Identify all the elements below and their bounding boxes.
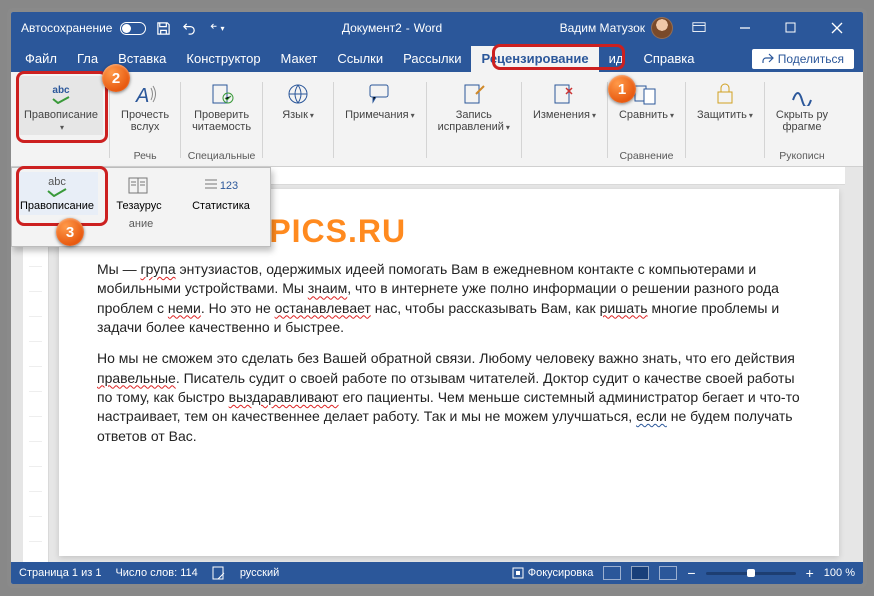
- dd-thesaurus-icon: [127, 175, 151, 197]
- redo-icon[interactable]: ▾: [206, 19, 224, 37]
- svg-text:A: A: [135, 85, 149, 106]
- zoom-out[interactable]: −: [687, 565, 695, 581]
- status-page[interactable]: Страница 1 из 1: [19, 567, 101, 579]
- spelling-button[interactable]: abc Правописание ▾: [19, 76, 103, 135]
- title-bar: Автосохранение ▾ Документ2-Word Вадим Ма…: [11, 12, 863, 44]
- view-web-icon[interactable]: [659, 566, 677, 580]
- focus-icon: [512, 567, 524, 579]
- paragraph-2: Но мы не сможем это сделать без Вашей об…: [97, 349, 801, 446]
- protect-icon: [710, 81, 740, 107]
- minimize-icon[interactable]: [725, 12, 765, 44]
- tab-view[interactable]: ид: [599, 46, 634, 72]
- group-ink-label: Рукописн: [779, 150, 824, 164]
- tab-layout[interactable]: Макет: [271, 46, 328, 72]
- share-button[interactable]: Поделиться: [752, 49, 854, 69]
- language-button[interactable]: Язык▾: [269, 76, 327, 125]
- language-icon: [283, 81, 313, 107]
- chevron-down-icon: ▾: [60, 123, 64, 132]
- logo-text: LUMPICS.RU: [197, 213, 801, 250]
- tab-home[interactable]: Гла: [67, 46, 108, 72]
- zoom-value[interactable]: 100 %: [824, 567, 855, 579]
- autosave-label: Автосохранение: [21, 21, 112, 35]
- comments-icon: [365, 81, 395, 107]
- avatar[interactable]: [651, 17, 673, 39]
- dd-spelling-button[interactable]: abc Правописание: [16, 172, 98, 215]
- ribbon: abc Правописание ▾ A Прочесть вслух Речь…: [11, 72, 863, 167]
- dd-stats-button[interactable]: 123 Статистика: [180, 172, 262, 215]
- group-special-label: Специальные: [188, 150, 256, 164]
- accessibility-icon: [207, 81, 237, 107]
- changes-icon: [549, 81, 579, 107]
- ink-icon: [787, 81, 817, 107]
- maximize-icon[interactable]: [771, 12, 811, 44]
- protect-button[interactable]: Защитить▾: [692, 76, 758, 125]
- dd-spelling-icon: abc: [47, 175, 67, 197]
- tracking-icon: [459, 81, 489, 107]
- status-focus[interactable]: Фокусировка: [512, 567, 594, 579]
- tab-design[interactable]: Конструктор: [176, 46, 270, 72]
- tab-references[interactable]: Ссылки: [327, 46, 393, 72]
- status-proof-icon[interactable]: [212, 566, 226, 580]
- tab-bar: Файл Гла Вставка Конструктор Макет Ссылк…: [11, 44, 863, 72]
- tracking-button[interactable]: Запись исправлений▾: [433, 76, 515, 137]
- dd-thesaurus-button[interactable]: Тезаурус: [98, 172, 180, 215]
- status-words[interactable]: Число слов: 114: [115, 567, 197, 579]
- user-name: Вадим Матузок: [560, 21, 645, 35]
- compare-button[interactable]: Сравнить▾: [614, 76, 679, 125]
- dd-group-label: ание: [12, 215, 270, 234]
- compare-icon: [631, 81, 661, 107]
- view-print-icon[interactable]: [631, 566, 649, 580]
- read-aloud-icon: A: [130, 81, 160, 107]
- autosave-toggle[interactable]: [120, 22, 146, 35]
- window-title: Документ2-Word: [224, 21, 559, 35]
- group-speech-label: Речь: [134, 150, 157, 164]
- accessibility-button[interactable]: Проверить читаемость: [187, 76, 256, 136]
- status-bar: Страница 1 из 1 Число слов: 114 русский …: [11, 562, 863, 584]
- view-read-icon[interactable]: [603, 566, 621, 580]
- spelling-icon: abc: [46, 81, 76, 107]
- group-compare-label: Сравнение: [619, 150, 673, 164]
- tab-mailings[interactable]: Рассылки: [393, 46, 471, 72]
- zoom-in[interactable]: +: [806, 565, 814, 581]
- status-language[interactable]: русский: [240, 567, 279, 579]
- paragraph-1: Мы — група энтузиастов, одержимых идеей …: [97, 260, 801, 337]
- tab-file[interactable]: Файл: [15, 46, 67, 72]
- read-aloud-button[interactable]: A Прочесть вслух: [116, 76, 174, 136]
- spelling-dropdown: abc Правописание Тезаурус 123 Статистика…: [11, 167, 271, 247]
- save-icon[interactable]: [154, 19, 172, 37]
- comments-button[interactable]: Примечания▾: [340, 76, 420, 125]
- ribbon-options-icon[interactable]: [679, 12, 719, 44]
- share-icon: [762, 53, 774, 65]
- dd-stats-icon: 123: [204, 175, 238, 197]
- tab-insert[interactable]: Вставка: [108, 46, 176, 72]
- changes-button[interactable]: Изменения▾: [528, 76, 601, 125]
- ink-button[interactable]: Скрыть ру фрагме: [771, 76, 833, 136]
- tab-review[interactable]: Рецензирование: [471, 46, 598, 72]
- tab-help[interactable]: Справка: [633, 46, 704, 72]
- close-icon[interactable]: [817, 12, 857, 44]
- app-window: Автосохранение ▾ Документ2-Word Вадим Ма…: [7, 8, 867, 588]
- zoom-slider[interactable]: [706, 572, 796, 575]
- undo-icon[interactable]: [180, 19, 198, 37]
